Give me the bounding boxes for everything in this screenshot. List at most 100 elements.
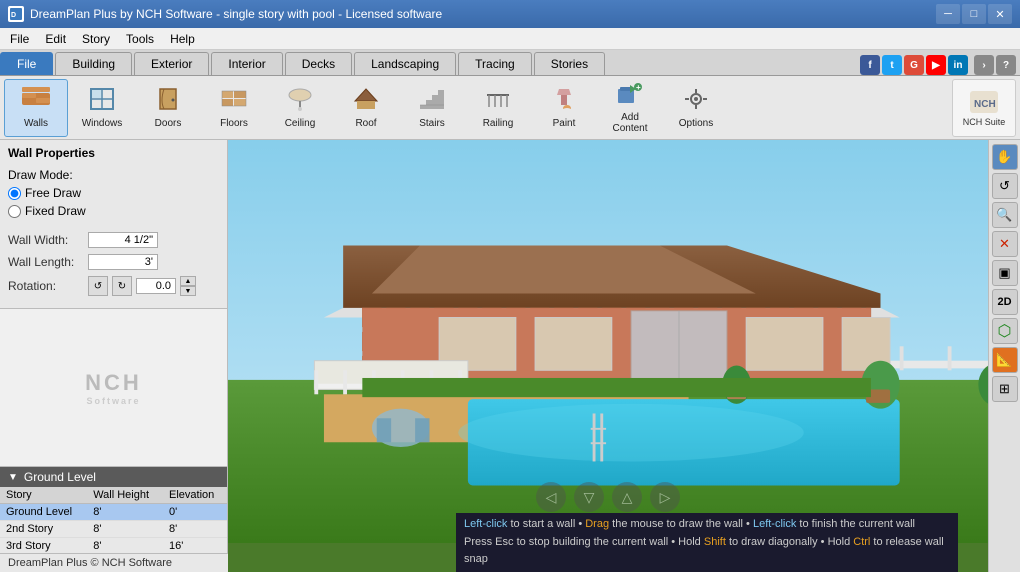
story-row[interactable]: 2nd Story 8' 8' xyxy=(0,521,227,538)
options-label: Options xyxy=(679,118,713,129)
free-draw-option[interactable]: Free Draw xyxy=(8,186,219,200)
app-bottom-bar: DreamPlan Plus © NCH Software xyxy=(0,553,228,572)
paint-icon xyxy=(551,87,577,115)
wall-properties-title: Wall Properties xyxy=(8,146,219,160)
rotation-input[interactable] xyxy=(136,278,176,294)
story-row[interactable]: 3rd Story 8' 16' xyxy=(0,538,227,555)
menu-tools[interactable]: Tools xyxy=(118,30,162,48)
minimize-button[interactable]: ─ xyxy=(936,4,960,24)
wall-width-row: Wall Width: xyxy=(8,232,219,248)
wall-properties-panel: Wall Properties Draw Mode: Free Draw Fix… xyxy=(0,140,227,309)
wall-length-input[interactable] xyxy=(88,254,158,270)
draw-mode-label: Draw Mode: xyxy=(8,168,219,182)
rotate-right-button[interactable]: ↻ xyxy=(112,276,132,296)
fixed-draw-radio[interactable] xyxy=(8,205,21,218)
tab-stories[interactable]: Stories xyxy=(534,52,605,75)
hand-tool-button[interactable]: ✋ xyxy=(992,144,1018,170)
story-row[interactable]: Ground Level 8' 0' xyxy=(0,504,227,521)
tool-doors[interactable]: Doors xyxy=(136,79,200,137)
nch-watermark: NCH Software xyxy=(0,309,227,466)
walls-label: Walls xyxy=(24,118,48,129)
drag-text: Drag xyxy=(585,518,609,530)
titlebar-controls: ─ □ ✕ xyxy=(936,4,1012,24)
menu-edit[interactable]: Edit xyxy=(37,30,74,48)
status-text-1: to start a wall • xyxy=(510,518,585,530)
nav-right-button[interactable]: ▷ xyxy=(650,482,680,512)
wall-width-label: Wall Width: xyxy=(8,233,88,247)
status-text-2: the mouse to draw the wall • xyxy=(612,518,753,530)
tool-stairs[interactable]: Stairs xyxy=(400,79,464,137)
wall-length-label: Wall Length: xyxy=(8,255,88,269)
roof-label: Roof xyxy=(355,118,376,129)
status-text-4: Press Esc to stop building the current w… xyxy=(464,536,704,548)
rotation-down-button[interactable]: ▼ xyxy=(180,286,196,296)
roof-icon xyxy=(353,87,379,115)
story-wall-height: 8' xyxy=(87,504,163,521)
tab-file[interactable]: File xyxy=(0,52,53,75)
doors-icon xyxy=(155,87,181,115)
rotate-left-button[interactable]: ↺ xyxy=(88,276,108,296)
menu-help[interactable]: Help xyxy=(162,30,203,48)
floors-label: Floors xyxy=(220,118,248,129)
viewport[interactable]: ◁ ▽ △ ▷ Left-click to start a wall • Dra… xyxy=(228,140,988,572)
free-draw-radio[interactable] xyxy=(8,187,21,200)
col-story: Story xyxy=(0,487,87,504)
fixed-draw-option[interactable]: Fixed Draw xyxy=(8,204,219,218)
close-view-button[interactable]: ✕ xyxy=(992,231,1018,257)
measure-button[interactable]: 📐 xyxy=(992,347,1018,373)
orbit-button[interactable]: ↺ xyxy=(992,173,1018,199)
nav-down-button[interactable]: ▽ xyxy=(574,482,604,512)
nav-left-button[interactable]: ◁ xyxy=(536,482,566,512)
paint-label: Paint xyxy=(553,118,576,129)
tab-tracing[interactable]: Tracing xyxy=(458,52,532,75)
rotation-up-button[interactable]: ▲ xyxy=(180,276,196,286)
rotation-controls: ↺ ↻ ▲ ▼ xyxy=(88,276,196,296)
tool-railing[interactable]: Railing xyxy=(466,79,530,137)
story-elevation: 0' xyxy=(163,504,227,521)
nav-up-button[interactable]: △ xyxy=(612,482,642,512)
tool-roof[interactable]: Roof xyxy=(334,79,398,137)
options-icon xyxy=(683,87,709,115)
navigation-arrows: ◁ ▽ △ ▷ xyxy=(536,482,680,512)
maximize-button[interactable]: □ xyxy=(962,4,986,24)
twitter-icon[interactable]: t xyxy=(882,55,902,75)
tab-exterior[interactable]: Exterior xyxy=(134,52,209,75)
menu-file[interactable]: File xyxy=(2,30,37,48)
grid-button[interactable]: ⊞ xyxy=(992,376,1018,402)
walls-icon xyxy=(22,87,50,115)
tab-interior[interactable]: Interior xyxy=(211,52,282,75)
google-icon[interactable]: G xyxy=(904,55,924,75)
youtube-icon[interactable]: ▶ xyxy=(926,55,946,75)
ceiling-icon xyxy=(287,87,313,115)
tool-paint[interactable]: Paint xyxy=(532,79,596,137)
wall-width-input[interactable] xyxy=(88,232,158,248)
story-wall-height: 8' xyxy=(87,521,163,538)
zoom-button[interactable]: 🔍 xyxy=(992,202,1018,228)
tab-decks[interactable]: Decks xyxy=(285,52,352,75)
menu-story[interactable]: Story xyxy=(74,30,118,48)
tool-walls[interactable]: Walls xyxy=(4,79,68,137)
stairs-icon xyxy=(419,87,445,115)
main-content: Wall Properties Draw Mode: Free Draw Fix… xyxy=(0,140,1020,572)
ground-level-title: Ground Level xyxy=(24,470,96,484)
tool-add-content[interactable]: + Add Content xyxy=(598,79,662,137)
tab-building[interactable]: Building xyxy=(55,52,132,75)
tool-windows[interactable]: Windows xyxy=(70,79,134,137)
tool-floors[interactable]: Floors xyxy=(202,79,266,137)
svg-text:+: + xyxy=(636,83,641,92)
close-button[interactable]: ✕ xyxy=(988,4,1012,24)
facebook-icon[interactable]: f xyxy=(860,55,880,75)
fixed-draw-label: Fixed Draw xyxy=(25,204,86,218)
3d-button[interactable]: ⬡ xyxy=(992,318,1018,344)
doors-label: Doors xyxy=(155,118,182,129)
tool-options[interactable]: Options xyxy=(664,79,728,137)
layers-button[interactable]: ▣ xyxy=(992,260,1018,286)
tab-landscaping[interactable]: Landscaping xyxy=(354,52,456,75)
tool-ceiling[interactable]: Ceiling xyxy=(268,79,332,137)
expand-icon[interactable]: › xyxy=(974,55,994,75)
nch-suite-button[interactable]: NCH NCH Suite xyxy=(952,79,1016,137)
help-icon[interactable]: ? xyxy=(996,55,1016,75)
svg-text:D: D xyxy=(11,12,16,19)
2d-button[interactable]: 2D xyxy=(992,289,1018,315)
linkedin-icon[interactable]: in xyxy=(948,55,968,75)
